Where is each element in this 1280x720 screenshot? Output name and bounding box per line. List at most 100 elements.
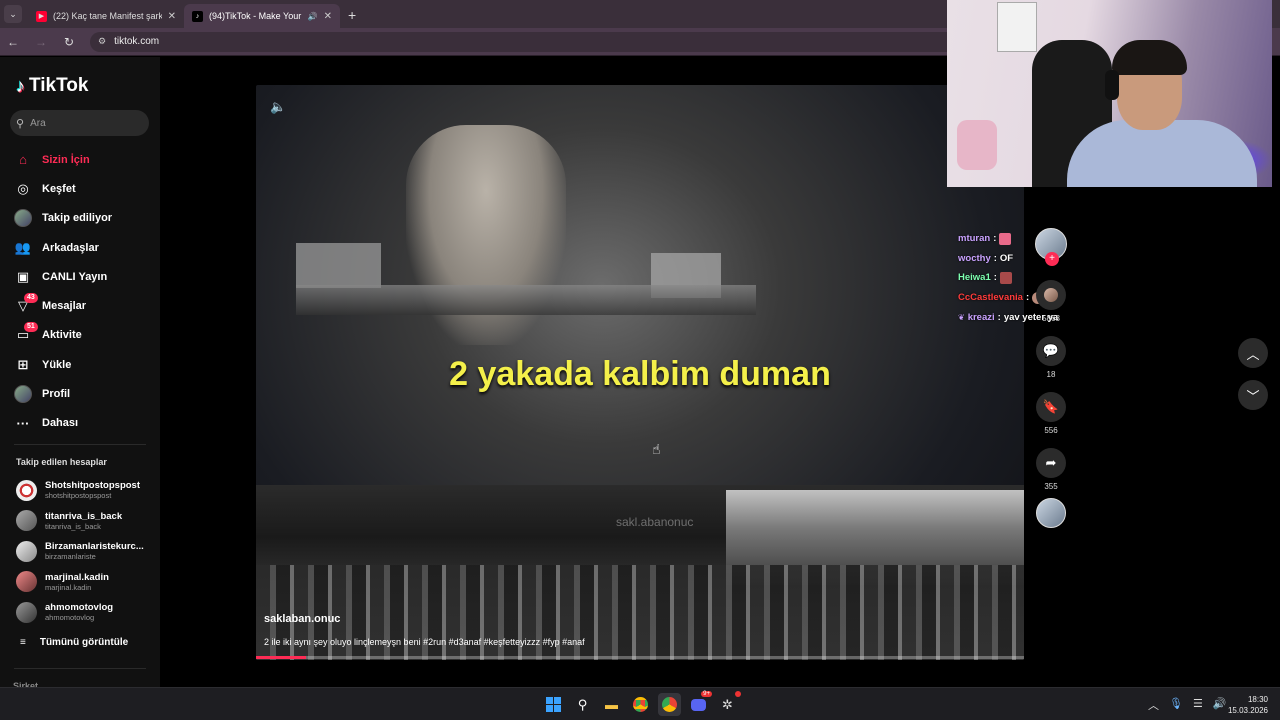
video-progress-bar[interactable] (256, 656, 1024, 659)
compass-icon: ◎ (17, 180, 29, 196)
taskbar-search-button[interactable]: ⚲ (571, 693, 594, 716)
upload-icon: ⊞ (17, 356, 29, 372)
sidebar-item-label: CANLI Yayın (42, 270, 108, 283)
discord-button[interactable]: 9+ (687, 691, 712, 716)
following-accounts-title: Takip edilen hesaplar (16, 457, 107, 467)
video-description[interactable]: 2 ile iki aynı şey oluyo linçlemeyşn ben… (264, 637, 1004, 647)
next-video-button[interactable]: ﹀ (1238, 380, 1268, 410)
following-avatar-icon (14, 209, 32, 228)
app-button[interactable]: ✲ (716, 691, 741, 716)
sidebar-item-label: Mesajlar (42, 300, 87, 313)
sidebar-item-messages[interactable]: ▽ 43 Mesajlar (14, 291, 154, 320)
close-tab-icon[interactable]: ✕ (324, 11, 332, 22)
home-icon: ⌂ (19, 152, 27, 168)
webcam-poster (997, 2, 1037, 52)
previous-video-button[interactable]: ︿ (1238, 338, 1268, 368)
microphone-icon[interactable]: 🎙 (1169, 697, 1183, 713)
site-info-icon[interactable]: ⚙ (98, 36, 106, 47)
chrome-button[interactable] (629, 693, 652, 716)
audio-playing-icon[interactable]: 🔊 (308, 12, 318, 21)
sidebar-item-live[interactable]: ▣ CANLI Yayın (14, 262, 154, 291)
account-item[interactable]: ahmomotovlog ahmomotovlog (16, 597, 156, 628)
video-frame-desk (296, 285, 756, 315)
sidebar-item-label: Aktivite (42, 329, 82, 342)
volume-icon[interactable]: 🔈 (270, 99, 286, 115)
share-icon: ➦ (1045, 455, 1057, 470)
tab-title: (94)TikTok - Make Your Day (209, 11, 302, 21)
comment-count: 18 (1046, 370, 1056, 379)
start-button[interactable] (542, 693, 565, 716)
search-input[interactable] (30, 117, 141, 129)
tab-title: (22) Kaç tane Manifest şarkısı b (53, 11, 162, 21)
browser-tab-tiktok[interactable]: ♪ (94)TikTok - Make Your Day 🔊 ✕ (184, 4, 340, 28)
taskbar-apps: ⚲ ▬ 9+ ✲ (542, 691, 741, 716)
see-all-label: Tümünü görüntüle (39, 637, 129, 648)
system-clock[interactable]: 18:30 15.03.2026 (1224, 694, 1268, 716)
sidebar-item-activity[interactable]: ▭ 51 Aktivite (14, 321, 154, 350)
windows-icon (546, 697, 561, 712)
account-name: marjinal.kadin (45, 571, 109, 583)
account-item[interactable]: marjinal.kadin marjinal.kadin (16, 567, 156, 598)
sidebar-item-upload[interactable]: ⊞ Yükle (14, 350, 154, 379)
comment-icon: 💬 (1042, 343, 1060, 358)
new-tab-button[interactable]: + (348, 7, 356, 23)
sidebar-item-label: Arkadaşlar (42, 241, 99, 254)
chrome-icon (662, 697, 677, 712)
video-text-overlay: 2 yakada kalbim duman (449, 355, 831, 393)
comment-button[interactable]: 💬 (1036, 336, 1066, 366)
app-icon: ✲ (722, 696, 733, 712)
account-item[interactable]: Birzamanlaristekurc... birzamanlariste (16, 536, 156, 567)
chrome-active-button[interactable] (658, 693, 681, 716)
like-button[interactable] (1036, 280, 1066, 310)
webcam-person-body (1067, 120, 1257, 187)
reload-button[interactable]: ↻ (62, 35, 76, 49)
search-box[interactable]: ⚲ (10, 110, 149, 136)
chat-username: kreazi (967, 311, 995, 323)
share-button[interactable]: ➦ (1036, 448, 1066, 478)
heart-icon (1044, 288, 1058, 302)
follow-plus-icon[interactable]: + (1045, 252, 1059, 266)
save-count: 556 (1044, 426, 1058, 435)
video-author[interactable]: saklaban.onuc (264, 613, 340, 625)
sidebar-item-label: Sizin İçin (42, 153, 90, 166)
avatar (16, 540, 37, 562)
sound-disc-icon[interactable] (1036, 498, 1066, 528)
save-button[interactable]: 🔖 (1036, 392, 1066, 422)
close-tab-icon[interactable]: ✕ (168, 11, 176, 22)
chat-separator: : (997, 311, 1001, 323)
account-item[interactable]: Shotshitpostopspost shotshitpostopspost (16, 475, 156, 506)
sidebar-item-more[interactable]: ··· Dahası (14, 409, 154, 438)
network-icon[interactable]: ☰ (1193, 697, 1203, 713)
chat-username: Heiwa1 (958, 272, 991, 284)
sidebar-item-for-you[interactable]: ⌂ Sizin İçin (14, 145, 154, 174)
sidebar-item-friends[interactable]: 👥 Arkadaşlar (14, 233, 154, 262)
account-name: titanriva_is_back (45, 510, 123, 522)
chat-emote-icon (999, 271, 1012, 284)
account-handle: ahmomotovlog (45, 613, 95, 623)
divider (14, 668, 146, 669)
url-field[interactable]: ⚙ tiktok.com (90, 31, 970, 52)
video-player[interactable]: 🔈 2 yakada kalbim duman sakl.abanonuc sa… (256, 85, 1024, 660)
url-text: tiktok.com (114, 36, 160, 47)
tab-list-button[interactable]: ⌄ (4, 5, 22, 23)
discord-icon (691, 698, 706, 711)
search-icon: ⚲ (577, 696, 588, 712)
back-button[interactable]: ← (6, 35, 20, 49)
browser-tab-youtube[interactable]: ▶ (22) Kaç tane Manifest şarkısı b ✕ (28, 4, 184, 28)
file-explorer-button[interactable]: ▬ (600, 693, 623, 716)
creator-avatar[interactable]: + (1035, 228, 1067, 266)
chat-emote-icon (999, 232, 1012, 245)
chat-username: CcCastlevania (958, 292, 1023, 304)
clock-time: 18:30 (1247, 695, 1268, 704)
forward-button[interactable]: → (34, 35, 48, 49)
chat-text: OF (999, 252, 1014, 264)
sidebar-item-following[interactable]: Takip ediliyor (14, 204, 154, 233)
sidebar-item-profile[interactable]: Profil (14, 379, 154, 408)
tray-expand-icon[interactable]: ︿ (1148, 697, 1159, 713)
sidebar-item-explore[interactable]: ◎ Keşfet (14, 174, 154, 203)
account-handle: shotshitpostopspost (45, 491, 112, 501)
friends-icon: 👥 (14, 239, 32, 255)
account-item[interactable]: titanriva_is_back titanriva_is_back (16, 506, 156, 537)
see-all-button[interactable]: ≡ Tümünü görüntüle (20, 637, 128, 648)
tiktok-logo[interactable]: ♪ TikTok (16, 75, 88, 97)
